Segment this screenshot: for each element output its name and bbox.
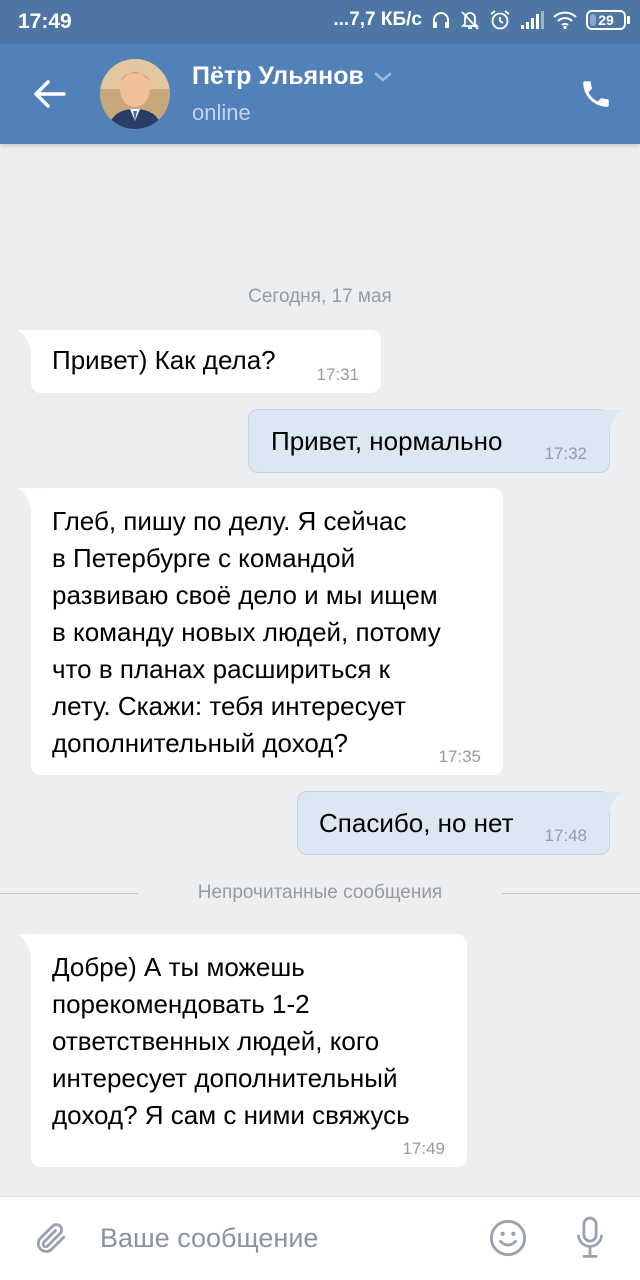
- message-text: Глеб, пишу по делу. Я сейчас в Петербург…: [52, 506, 441, 758]
- battery-level: 29: [598, 12, 614, 28]
- message-text: Привет, нормально: [271, 426, 503, 456]
- chat-header: Пётр Ульянов online: [0, 44, 640, 144]
- bubble-tail: [17, 488, 37, 510]
- arrow-left-icon: [34, 80, 66, 108]
- contact-title[interactable]: Пётр Ульянов: [192, 62, 392, 91]
- voice-button[interactable]: [570, 1214, 610, 1262]
- date-separator: Сегодня, 17 мая: [248, 286, 392, 307]
- message-time: 17:35: [438, 747, 481, 766]
- status-bar: 17:49 ...7,7 КБ/с 29: [0, 0, 640, 44]
- contact-status: online: [192, 100, 251, 125]
- message-outgoing[interactable]: Спасибо, но нет 17:48: [297, 791, 623, 855]
- phone-icon: [583, 81, 609, 107]
- mute-bell-icon: [460, 9, 480, 31]
- battery-icon: 29: [586, 10, 630, 30]
- signal-icon: [520, 11, 544, 29]
- message-text: Привет) Как дела?: [52, 345, 276, 375]
- divider: [502, 893, 640, 894]
- contact-name[interactable]: Пётр Ульянов: [192, 62, 364, 91]
- message-time: 17:49: [402, 1139, 445, 1158]
- smile-icon: [489, 1219, 527, 1257]
- network-speed: ...7,7 КБ/с: [333, 9, 422, 30]
- avatar[interactable]: [100, 59, 170, 129]
- message-time: 17:31: [316, 365, 359, 384]
- emoji-button[interactable]: [486, 1216, 530, 1260]
- chevron-down-icon[interactable]: [374, 71, 392, 83]
- bubble-tail: [17, 934, 37, 956]
- bubble-tail: [603, 792, 623, 814]
- battery-fill: [590, 14, 597, 26]
- alarm-icon: [489, 9, 511, 31]
- microphone-icon: [577, 1216, 603, 1258]
- wifi-icon: [553, 11, 577, 29]
- bubble-tail: [17, 330, 37, 352]
- message-incoming[interactable]: Привет) Как дела? 17:31: [17, 330, 381, 393]
- paperclip-icon: [36, 1223, 66, 1253]
- message-composer: [0, 1196, 640, 1280]
- bubble-tail: [603, 410, 623, 432]
- attach-button[interactable]: [30, 1217, 72, 1259]
- status-icons: ...7,7 КБ/с 29: [333, 9, 630, 31]
- message-time: 17:32: [544, 444, 587, 463]
- call-button[interactable]: [574, 72, 618, 116]
- message-incoming[interactable]: Глеб, пишу по делу. Я сейчас в Петербург…: [17, 488, 503, 775]
- back-button[interactable]: [26, 70, 74, 118]
- unread-separator: Непрочитанные сообщения: [0, 880, 640, 906]
- message-text: Добре) А ты можешь порекомендовать 1-2 о…: [52, 952, 410, 1130]
- message-outgoing[interactable]: Привет, нормально 17:32: [248, 409, 623, 473]
- message-input[interactable]: [100, 1217, 470, 1259]
- message-incoming[interactable]: Добре) А ты можешь порекомендовать 1-2 о…: [17, 934, 467, 1167]
- status-time: 17:49: [18, 10, 72, 33]
- headphones-icon: [431, 10, 451, 30]
- message-time: 17:48: [544, 826, 587, 845]
